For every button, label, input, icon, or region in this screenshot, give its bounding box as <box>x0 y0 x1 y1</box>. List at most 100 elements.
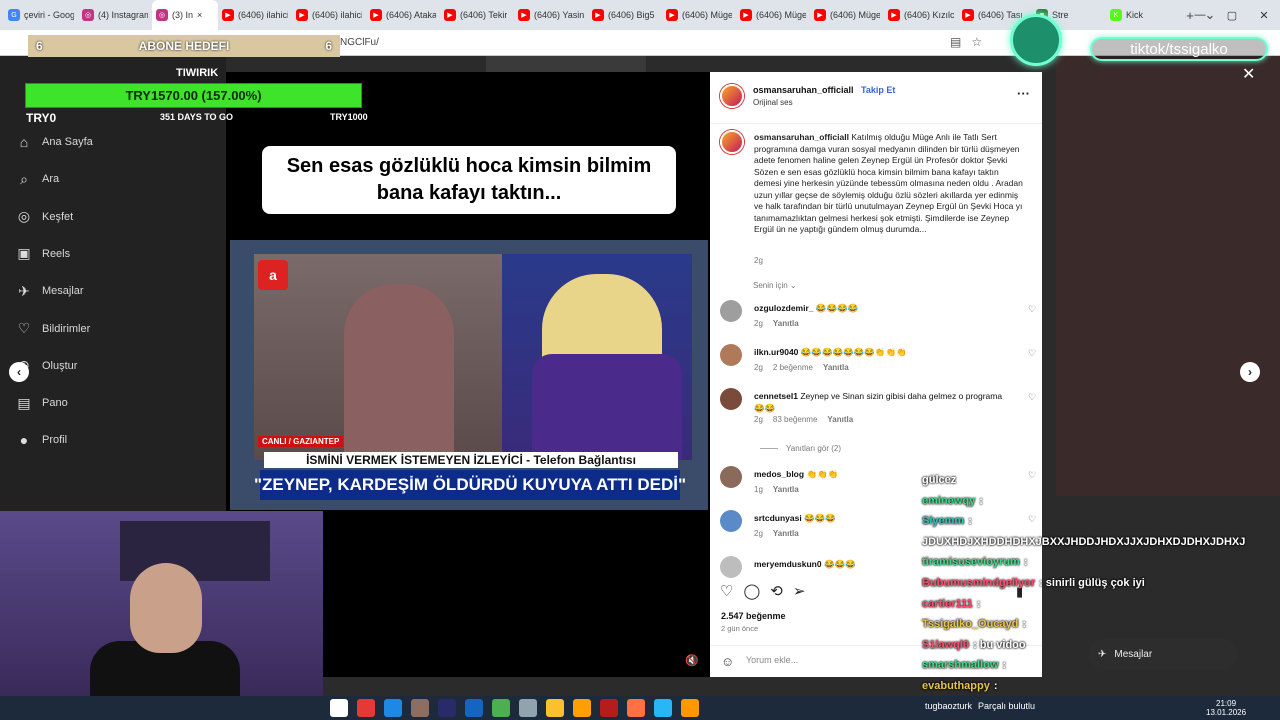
comment-icon[interactable]: ◯ <box>743 582 760 600</box>
messages-pill[interactable]: ✈ Mesajlar <box>1088 639 1238 669</box>
taskbar-app-icon[interactable] <box>654 699 672 717</box>
avatar[interactable] <box>720 300 742 322</box>
browser-tab[interactable]: ▶ (6406) Müge <box>810 0 884 30</box>
browser-tab[interactable]: ◎ (4) Instagram <box>78 0 152 30</box>
address-url[interactable]: NGClFu/ <box>340 37 379 48</box>
like-icon[interactable]: ♡ <box>720 582 733 600</box>
share-icon[interactable]: ➢ <box>793 582 806 600</box>
sidebar-item-notifications[interactable]: ♡ Bildirimler <box>16 320 91 337</box>
comment-username[interactable]: ilkn.ur9040 <box>754 347 798 357</box>
comment-username[interactable]: ozgulozdemir_ <box>754 303 814 313</box>
avatar[interactable] <box>720 344 742 366</box>
browser-tab[interactable]: ▶ (6406) Müge <box>662 0 736 30</box>
close-window-icon[interactable]: ✕ <box>1248 0 1280 30</box>
sidebar-item-explore[interactable]: ◎ Keşfet <box>16 208 73 225</box>
previous-post-button[interactable]: ‹ <box>9 362 29 382</box>
browser-tab[interactable]: ▶ (6406) ilahici <box>292 0 366 30</box>
taskbar-app-icon[interactable] <box>330 699 348 717</box>
avatar[interactable] <box>720 556 742 578</box>
weather-text[interactable]: Parçalı bulutlu <box>978 701 1035 711</box>
tab-title: (6406) Yasin <box>534 10 584 20</box>
taskbar-app-icon[interactable] <box>546 699 564 717</box>
maximize-icon[interactable]: ▢ <box>1216 0 1248 30</box>
avatar[interactable] <box>720 466 742 488</box>
taskbar-app-icon[interactable] <box>438 699 456 717</box>
tab-favicon-icon: ▶ <box>814 9 826 21</box>
comment-like-icon[interactable]: ♡ <box>1028 470 1036 481</box>
browser-tab[interactable]: ▶ (6406) ilahici <box>218 0 292 30</box>
taskbar-app-icon[interactable] <box>600 699 618 717</box>
taskbar-app-icon[interactable] <box>465 699 483 717</box>
comment-like-count[interactable]: 2 beğenme <box>773 363 813 372</box>
reply-button[interactable]: Yanıtla <box>823 363 849 372</box>
sidebar-item-reels[interactable]: ▣ Reels <box>16 245 70 262</box>
comment-sort-dropdown[interactable]: Senin için ⌄ <box>753 281 797 290</box>
taskbar-app-icon[interactable] <box>357 699 375 717</box>
audio-label[interactable]: Orijinal ses <box>753 98 793 107</box>
taskbar-app-icon[interactable] <box>519 699 537 717</box>
taskbar-app-icon[interactable] <box>681 699 699 717</box>
close-icon[interactable]: ✕ <box>1242 64 1255 84</box>
chat-text: : <box>968 515 972 528</box>
browser-tab[interactable]: Gçeviri - Goog <box>4 0 78 30</box>
taskbar-app-icon[interactable] <box>573 699 591 717</box>
follow-button[interactable]: Takip Et <box>861 85 895 95</box>
sidebar-item-profile[interactable]: ● Profil <box>16 432 67 448</box>
reply-button[interactable]: Yanıtla <box>773 529 799 538</box>
background-thumbnail <box>1056 56 1280 496</box>
comment-username[interactable]: medos_blog <box>754 469 804 479</box>
comment-body: ilkn.ur9040 😂😂😂😂😂😂😂👏👏👏 <box>754 346 1014 358</box>
comment-username[interactable]: srtcdunyasi <box>754 513 802 523</box>
comment-username[interactable]: cennetsel1 <box>754 391 798 401</box>
view-replies-link[interactable]: Yanıtları gör (2) <box>760 444 841 453</box>
comment-body: ozgulozdemir_ 😂😂😂😂 <box>754 302 1014 314</box>
sidebar-item-search[interactable]: ⌕ Ara <box>16 171 59 187</box>
screen: Gçeviri - Goog ◎ (4) Instagram ◎ (3) In × ▶ (64… <box>0 0 1280 720</box>
taskbar-app-icon[interactable] <box>627 699 645 717</box>
next-post-button[interactable]: › <box>1240 362 1260 382</box>
avatar[interactable] <box>720 388 742 410</box>
caption-username[interactable]: osmansaruhan_officiall <box>754 132 849 142</box>
browser-tab[interactable]: ▶ (6406) Big5 <box>588 0 662 30</box>
taskbar-app-icon[interactable] <box>492 699 510 717</box>
mute-icon[interactable]: 🔇 <box>684 652 700 668</box>
post-username[interactable]: osmansaruhan_officiall <box>753 85 854 95</box>
comment-like-icon[interactable]: ♡ <box>1028 304 1036 315</box>
comment-like-count[interactable]: 83 beğenme <box>773 415 817 424</box>
comment-input[interactable] <box>746 655 896 665</box>
tab-close-icon[interactable]: × <box>197 10 202 20</box>
avatar[interactable] <box>720 130 744 154</box>
comment-like-icon[interactable]: ♡ <box>1028 392 1036 403</box>
chat-message: tiramisusevioyrum: <box>922 556 1028 568</box>
sidebar-item-messages[interactable]: ✈ Mesajlar <box>16 283 83 299</box>
reader-icon[interactable]: ▤ <box>950 35 961 49</box>
sidebar-item-dashboard[interactable]: ▤ Pano <box>16 394 67 411</box>
emoji-icon[interactable]: ☺ <box>721 654 734 669</box>
taskbar-clock[interactable]: 21:09 13.01.2026 <box>1206 699 1246 717</box>
minimize-icon[interactable]: — <box>1184 0 1216 30</box>
more-options-icon[interactable]: ··· <box>1017 86 1030 101</box>
avatar[interactable] <box>720 84 744 108</box>
taskbar-app-icon[interactable] <box>411 699 429 717</box>
browser-tab[interactable]: ▶ (6406) Kızılc <box>884 0 958 30</box>
like-count[interactable]: 2.547 beğenme <box>721 611 786 621</box>
comment-like-icon[interactable]: ♡ <box>1028 348 1036 359</box>
reply-button[interactable]: Yanıtla <box>773 485 799 494</box>
comment-username[interactable]: meryemduskun0 <box>754 559 822 569</box>
browser-tab[interactable]: ▶ (6406) Yasin <box>514 0 588 30</box>
reply-button[interactable]: Yanıtla <box>773 319 799 328</box>
comment-age: 2g <box>754 363 763 372</box>
reply-button[interactable]: Yanıtla <box>827 415 853 424</box>
dashboard-icon: ▤ <box>17 394 31 411</box>
browser-tab[interactable]: ▶ (6406) Ataka <box>366 0 440 30</box>
browser-tab[interactable]: ◎ (3) In × <box>152 0 218 30</box>
browser-tab[interactable]: ▶ (6406) Müge <box>736 0 810 30</box>
browser-tab[interactable]: K Kick <box>1106 0 1180 30</box>
repost-icon[interactable]: ⟲ <box>770 582 783 600</box>
comment-like-icon[interactable]: ♡ <box>1028 514 1036 525</box>
bookmark-star-icon[interactable]: ☆ <box>971 35 982 49</box>
browser-tab[interactable]: ▶ (6406) Tekir <box>440 0 514 30</box>
sidebar-item-home[interactable]: ⌂ Ana Sayfa <box>16 134 93 150</box>
taskbar-app-icon[interactable] <box>384 699 402 717</box>
avatar[interactable] <box>720 510 742 532</box>
